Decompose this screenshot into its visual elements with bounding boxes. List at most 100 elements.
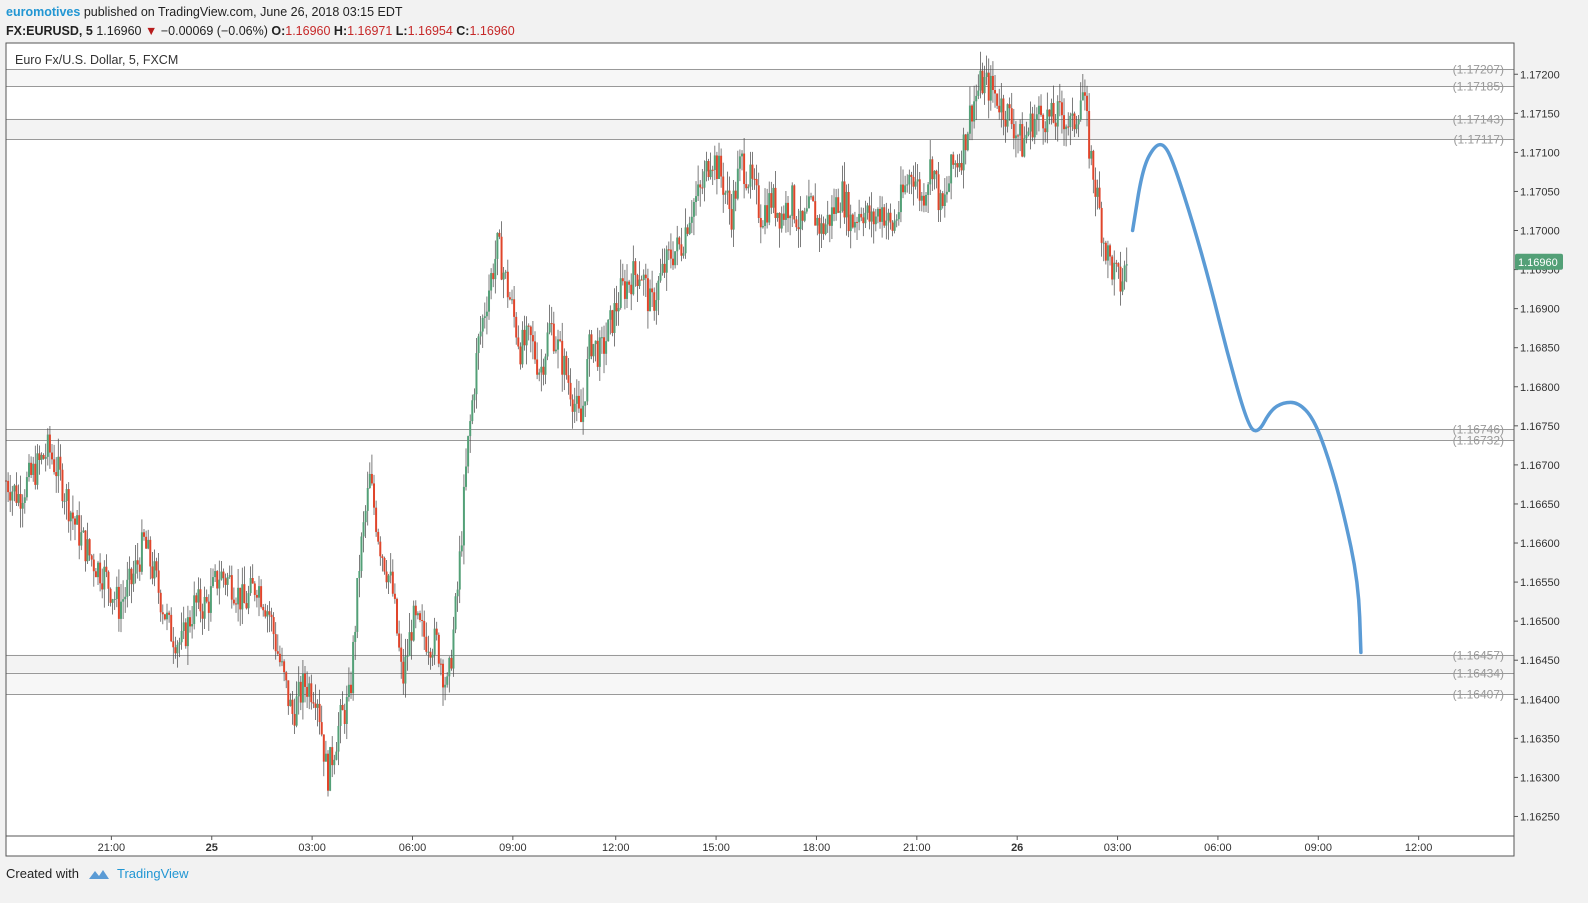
candle <box>312 702 315 704</box>
candle <box>669 249 672 259</box>
candle <box>216 571 219 589</box>
candle <box>128 568 131 580</box>
candle <box>983 77 986 94</box>
candle <box>7 480 10 493</box>
candle <box>124 596 127 600</box>
candle <box>519 346 522 365</box>
candle <box>678 237 681 245</box>
candle <box>1115 262 1118 264</box>
candle <box>954 163 957 165</box>
candle <box>573 403 576 412</box>
candle <box>707 160 710 178</box>
candle <box>166 612 169 620</box>
candle <box>866 205 869 213</box>
candle <box>657 280 660 301</box>
candle <box>646 278 649 312</box>
time-tick-label: 21:00 <box>903 842 931 854</box>
candle <box>241 584 244 610</box>
price-chart[interactable]: (1.17207) (1.17185) (1.17143) (1.17117) (1.1… <box>0 0 1588 903</box>
candle <box>362 522 365 537</box>
candle <box>711 169 714 171</box>
candle <box>948 183 951 192</box>
candle <box>515 316 518 338</box>
candle <box>644 274 647 279</box>
candle <box>475 353 478 395</box>
candle <box>1094 179 1097 197</box>
candle <box>310 683 313 703</box>
candle <box>722 176 725 195</box>
price-tick-label: 1.16500 <box>1520 616 1560 628</box>
candle <box>398 633 401 648</box>
candle <box>950 154 953 184</box>
candle <box>872 211 875 225</box>
candle <box>350 684 353 694</box>
candle <box>927 184 930 195</box>
candle <box>197 589 200 603</box>
candle <box>281 661 284 663</box>
candle <box>853 221 856 228</box>
candle <box>1111 256 1114 280</box>
tradingview-link[interactable]: TradingView <box>117 866 189 881</box>
candle <box>1069 115 1072 128</box>
candle <box>377 531 380 542</box>
candle <box>15 485 18 503</box>
candle <box>299 681 302 703</box>
candle <box>567 375 570 383</box>
candle <box>473 394 476 401</box>
candle <box>343 710 346 725</box>
candle <box>105 566 108 572</box>
candle <box>444 684 447 688</box>
candle <box>492 273 495 280</box>
candle <box>755 179 758 186</box>
candle <box>548 323 551 333</box>
time-tick-label: 21:00 <box>98 842 126 854</box>
candle <box>973 101 976 122</box>
candle <box>402 661 405 684</box>
candle <box>232 599 235 604</box>
candle <box>17 494 20 503</box>
candle <box>168 612 171 615</box>
candle <box>172 641 175 648</box>
candle <box>874 216 877 225</box>
candle <box>916 179 919 182</box>
candle <box>48 434 51 453</box>
candle <box>1058 101 1061 103</box>
time-tick-label: 06:00 <box>1204 842 1232 854</box>
candle <box>820 223 823 234</box>
candle <box>791 185 794 216</box>
candle <box>571 399 574 412</box>
candle <box>787 202 790 219</box>
candle <box>301 673 304 703</box>
time-tick-label: 03:00 <box>298 842 326 854</box>
candle <box>383 558 386 572</box>
candle <box>778 212 781 229</box>
candle <box>552 323 555 352</box>
candle <box>97 562 100 578</box>
candle <box>1079 100 1082 120</box>
candle <box>1123 265 1126 282</box>
candle <box>109 588 112 603</box>
candle <box>86 539 89 562</box>
candle <box>373 483 376 508</box>
candle <box>389 571 392 576</box>
candle <box>985 72 988 78</box>
candle <box>264 610 267 617</box>
price-axis[interactable]: 1.17200 1.17150 1.17100 1.17050 1.17000 1.169… <box>1514 69 1560 823</box>
candle <box>745 184 748 189</box>
candle <box>488 290 491 312</box>
price-tick-label: 1.17200 <box>1520 69 1560 81</box>
candle <box>222 571 225 579</box>
candle <box>839 210 842 213</box>
candle <box>868 205 871 222</box>
candle <box>1086 95 1089 112</box>
candle <box>65 489 68 501</box>
candle <box>655 300 658 311</box>
candle <box>287 680 290 707</box>
candle <box>941 193 944 206</box>
candle <box>36 453 39 485</box>
candle <box>212 577 215 587</box>
candle <box>391 571 394 594</box>
candle <box>239 587 242 610</box>
candle <box>720 155 723 177</box>
candle <box>230 575 233 600</box>
